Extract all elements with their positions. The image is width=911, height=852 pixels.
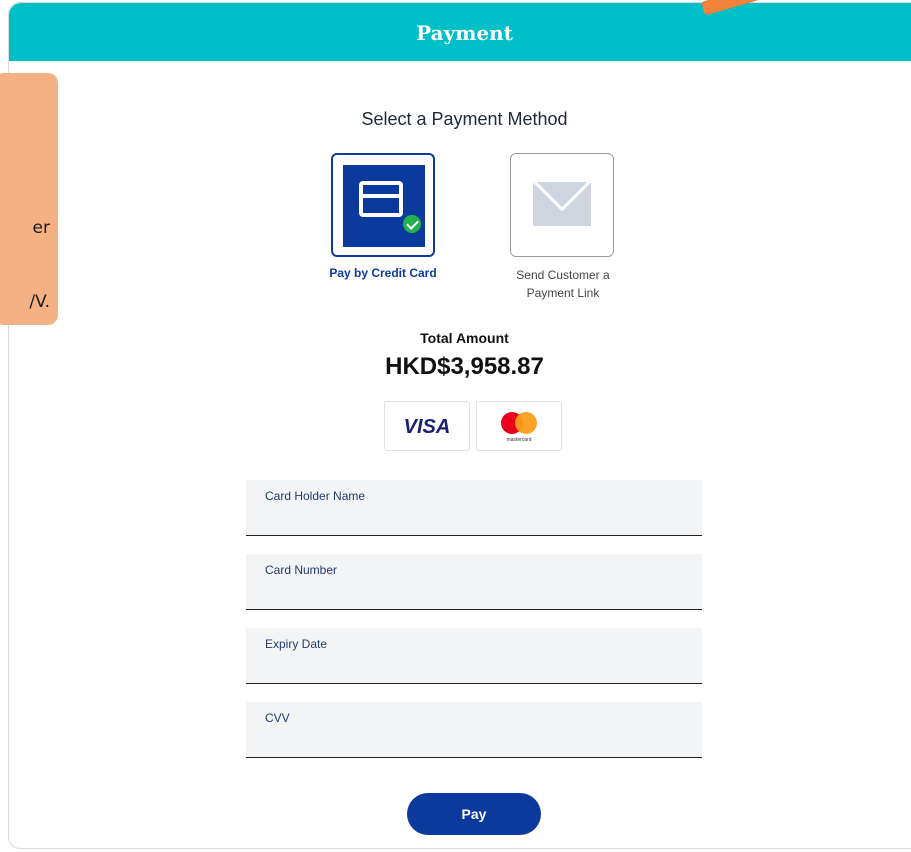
expiry-date-label: Expiry Date [265, 637, 328, 651]
mastercard-logo: mastercard [476, 401, 562, 451]
page-title: Payment [416, 21, 513, 45]
credit-card-icon [343, 165, 425, 247]
payment-link-label-line2: Payment Link [526, 286, 600, 300]
cvv-input[interactable] [264, 730, 688, 752]
tooltip-line1: er [32, 218, 50, 238]
card-number-label: Card Number [265, 563, 338, 577]
expiry-date-input[interactable] [264, 656, 688, 678]
visa-wordmark: VISA [403, 416, 451, 438]
card-holder-field[interactable]: Card Holder Name [246, 480, 702, 536]
instruction-tooltip: er /V. [0, 73, 58, 325]
payment-link-option-label[interactable]: Send Customer a Payment Link [487, 266, 639, 302]
pay-button[interactable]: Pay [407, 793, 541, 835]
credit-card-option[interactable] [331, 153, 435, 257]
mastercard-wordmark: mastercard [506, 437, 532, 443]
mastercard-orange-circle [515, 412, 537, 434]
payment-method-title: Select a Payment Method [361, 109, 568, 129]
payment-link-label-line1: Send Customer a [516, 268, 610, 282]
payment-card: Payment Select a Payment Method Pay by C… [8, 2, 911, 849]
payment-link-option[interactable] [510, 153, 614, 257]
expiry-date-field[interactable]: Expiry Date [246, 628, 702, 684]
total-amount-label: Total Amount [420, 330, 509, 346]
card-shape [359, 181, 403, 217]
check-icon [401, 213, 423, 235]
tooltip-line2: /V. [29, 292, 50, 312]
credit-card-option-label[interactable]: Pay by Credit Card [307, 266, 459, 280]
cvv-label: CVV [265, 711, 290, 725]
card-number-input[interactable] [264, 582, 688, 604]
card-holder-input[interactable] [264, 508, 688, 530]
card-holder-label: Card Holder Name [265, 489, 366, 503]
total-amount-value: HKD$3,958.87 [385, 353, 544, 380]
card-number-field[interactable]: Card Number [246, 554, 702, 610]
envelope-icon [533, 182, 591, 226]
visa-logo: VISA [384, 401, 470, 451]
header-bar: Payment [9, 3, 911, 61]
cvv-field[interactable]: CVV [246, 702, 702, 758]
